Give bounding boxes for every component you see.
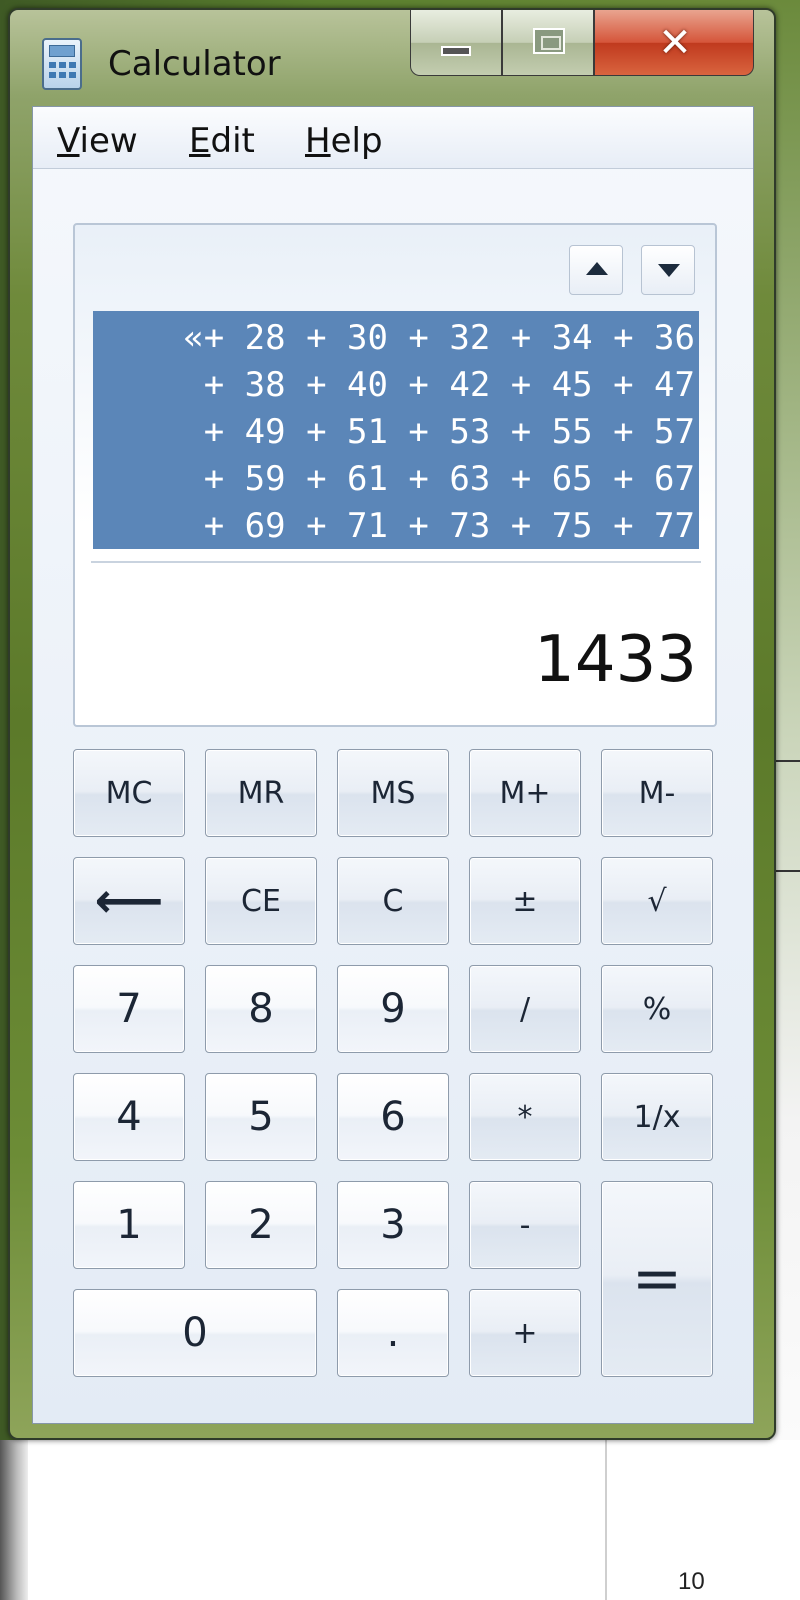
close-icon: ✕	[658, 20, 692, 66]
square-root-button[interactable]: √	[601, 857, 713, 945]
history-down-button[interactable]	[641, 245, 695, 295]
result-value: 1433	[534, 623, 697, 697]
digit-6-button[interactable]: 6	[337, 1073, 449, 1161]
backspace-icon: ⟵	[94, 873, 164, 929]
digit-4-button[interactable]: 4	[73, 1073, 185, 1161]
memory-add-button[interactable]: M+	[469, 749, 581, 837]
background-column-line	[605, 1440, 607, 1600]
menu-help[interactable]: Help	[305, 121, 383, 161]
menu-edit[interactable]: Edit	[189, 121, 255, 161]
menu-edit-accelerator: E	[189, 121, 211, 161]
digit-3-button[interactable]: 3	[337, 1181, 449, 1269]
memory-clear-button[interactable]: MC	[73, 749, 185, 837]
subtract-button[interactable]: -	[469, 1181, 581, 1269]
calculator-body: View Edit Help «+ 28 + 30 + 32 + 34 + 36…	[32, 106, 754, 1424]
digit-7-button[interactable]: 7	[73, 965, 185, 1053]
negate-button[interactable]: ±	[469, 857, 581, 945]
decimal-point-button[interactable]: .	[337, 1289, 449, 1377]
history-line: «+ 28 + 30 + 32 + 34 + 36	[183, 318, 695, 358]
background-text-fragment: 10	[678, 1568, 705, 1595]
memory-subtract-button[interactable]: M-	[601, 749, 713, 837]
arrow-down-icon	[658, 264, 680, 277]
multiply-button[interactable]: *	[469, 1073, 581, 1161]
add-button[interactable]: +	[469, 1289, 581, 1377]
maximize-button[interactable]	[502, 10, 594, 76]
display-panel: «+ 28 + 30 + 32 + 34 + 36 + 38 + 40 + 42…	[73, 223, 717, 727]
background-document: 10	[0, 1440, 800, 1600]
clear-entry-button[interactable]: CE	[205, 857, 317, 945]
menu-view-accelerator: V	[57, 121, 80, 161]
menu-bar: View Edit Help	[33, 107, 753, 169]
display-divider	[91, 561, 701, 563]
menu-edit-label: dit	[210, 121, 255, 161]
minimize-icon	[441, 46, 471, 56]
history-up-button[interactable]	[569, 245, 623, 295]
reciprocal-button[interactable]: 1/x	[601, 1073, 713, 1161]
digit-0-button[interactable]: 0	[73, 1289, 317, 1377]
menu-view[interactable]: View	[57, 121, 138, 161]
close-button[interactable]: ✕	[594, 10, 754, 76]
menu-view-label: iew	[79, 121, 138, 161]
equals-button[interactable]: =	[601, 1181, 713, 1377]
minimize-button[interactable]	[410, 10, 502, 76]
history-line: + 69 + 71 + 73 + 75 + 77	[183, 506, 695, 546]
history-expression[interactable]: «+ 28 + 30 + 32 + 34 + 36 + 38 + 40 + 42…	[93, 311, 699, 549]
maximize-icon	[533, 28, 565, 54]
divide-button[interactable]: /	[469, 965, 581, 1053]
menu-help-label: elp	[330, 121, 383, 161]
calculator-window: Calculator ✕ View Edit Help «+ 28 + 30 +…	[8, 8, 776, 1440]
digit-8-button[interactable]: 8	[205, 965, 317, 1053]
menu-help-accelerator: H	[305, 121, 331, 161]
digit-2-button[interactable]: 2	[205, 1181, 317, 1269]
digit-5-button[interactable]: 5	[205, 1073, 317, 1161]
digit-9-button[interactable]: 9	[337, 965, 449, 1053]
percent-button[interactable]: %	[601, 965, 713, 1053]
memory-recall-button[interactable]: MR	[205, 749, 317, 837]
digit-1-button[interactable]: 1	[73, 1181, 185, 1269]
backspace-button[interactable]: ⟵	[73, 857, 185, 945]
history-line: + 38 + 40 + 42 + 45 + 47	[183, 365, 695, 405]
background-scroll-edge	[0, 1440, 28, 1600]
window-title: Calculator	[108, 44, 281, 84]
arrow-up-icon	[586, 262, 608, 275]
history-line: + 49 + 51 + 53 + 55 + 57	[183, 412, 695, 452]
clear-button[interactable]: C	[337, 857, 449, 945]
title-bar[interactable]: Calculator ✕	[10, 10, 774, 110]
memory-store-button[interactable]: MS	[337, 749, 449, 837]
calculator-icon[interactable]	[42, 38, 82, 90]
history-line: + 59 + 61 + 63 + 65 + 67	[183, 459, 695, 499]
